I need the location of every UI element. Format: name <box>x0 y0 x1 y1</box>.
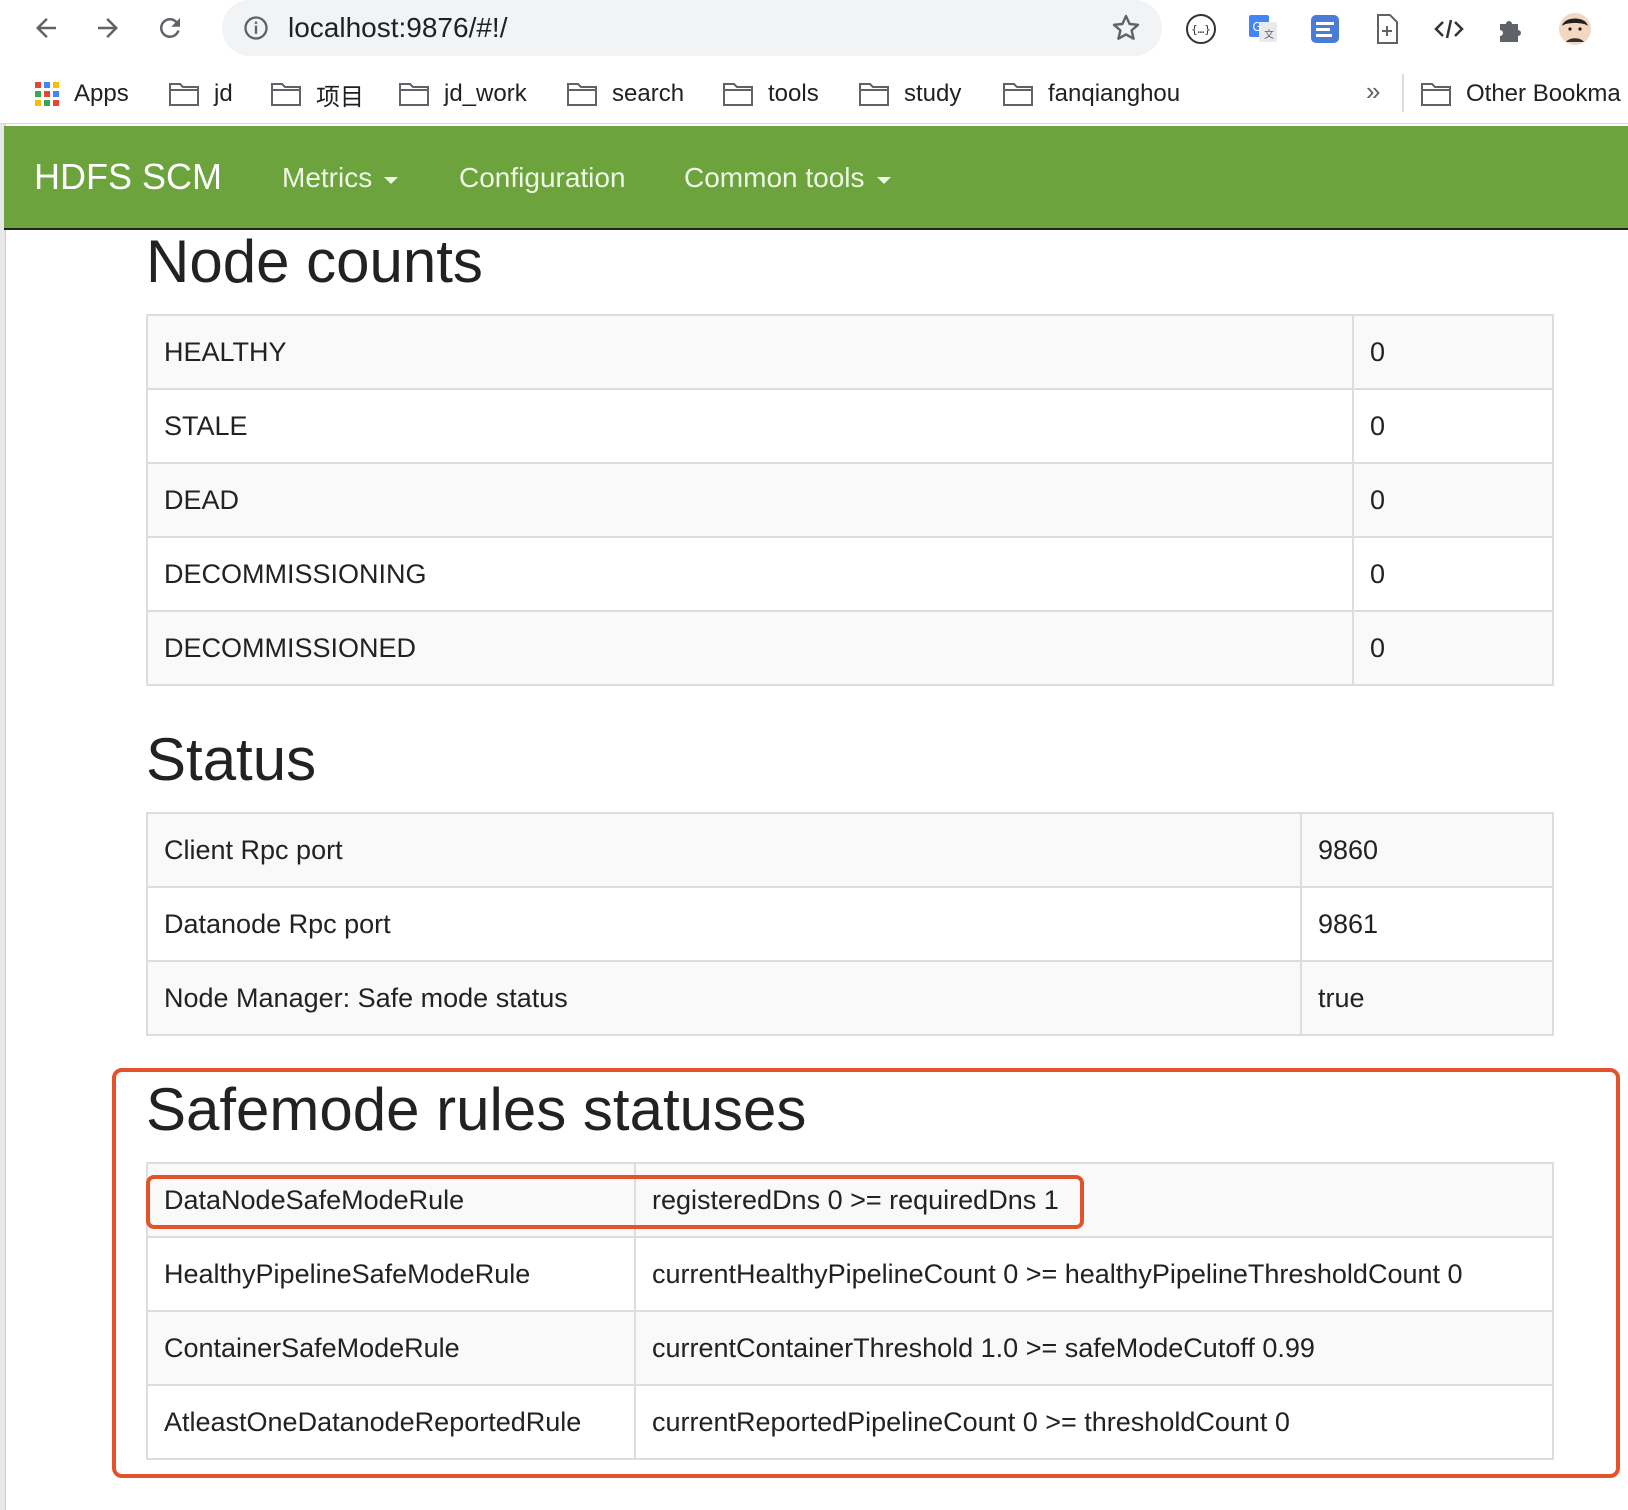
site-info-icon[interactable] <box>242 14 270 42</box>
row-label: DECOMMISSIONED <box>146 610 1354 686</box>
table-row: DECOMMISSIONING 0 <box>146 536 1554 612</box>
left-gutter <box>0 124 6 1510</box>
row-label: DECOMMISSIONING <box>146 536 1354 612</box>
folder-icon <box>169 83 199 106</box>
google-translate-icon[interactable]: G文 <box>1244 10 1282 48</box>
svg-text:文: 文 <box>1264 28 1274 41</box>
bookmark-folder-jd[interactable]: jd <box>168 76 233 112</box>
bookmark-folder-search[interactable]: search <box>566 76 684 112</box>
bookmark-label: jd <box>214 80 233 107</box>
app-navbar: HDFS SCM Metrics Configuration Common to… <box>4 126 1628 230</box>
bookmarks-overflow-button[interactable]: » <box>1366 76 1380 107</box>
safemode-section-highlight <box>112 1068 1620 1478</box>
row-label: Client Rpc port <box>146 812 1302 888</box>
table-row: HEALTHY 0 <box>146 314 1554 390</box>
status-table: Client Rpc port 9860 Datanode Rpc port 986… <box>146 812 1554 1036</box>
bookmark-star-icon[interactable] <box>1110 12 1142 44</box>
svg-text:G: G <box>1252 20 1261 34</box>
bookmark-folder-study[interactable]: study <box>858 76 961 112</box>
row-label: Node Manager: Safe mode status <box>146 960 1302 1036</box>
svg-text:{…}: {…} <box>1191 23 1211 36</box>
brand-title[interactable]: HDFS SCM <box>34 156 222 198</box>
address-bar[interactable]: localhost:9876/#!/ <box>222 0 1162 56</box>
row-label: Datanode Rpc port <box>146 886 1302 962</box>
bookmark-label: Other Bookma <box>1466 80 1621 107</box>
bookmark-label: study <box>904 80 962 107</box>
row-label: DEAD <box>146 462 1354 538</box>
node-counts-heading: Node counts <box>146 228 483 295</box>
row-label: HEALTHY <box>146 314 1354 390</box>
status-heading: Status <box>146 726 317 793</box>
nav-configuration[interactable]: Configuration <box>459 162 626 194</box>
folder-icon <box>859 83 889 106</box>
bookmark-apps[interactable]: Apps <box>34 76 129 112</box>
caret-down-icon <box>384 176 399 184</box>
apps-grid-icon <box>35 82 59 106</box>
nav-link-label: Common tools <box>684 162 865 193</box>
row-value: 0 <box>1352 462 1554 538</box>
url-text: localhost:9876/#!/ <box>288 12 508 43</box>
table-row: Datanode Rpc port 9861 <box>146 886 1554 962</box>
bookmark-label: search <box>612 80 685 107</box>
bookmark-label: fanqianghou <box>1048 80 1181 107</box>
folder-icon <box>723 83 753 106</box>
bookmarks-bar: Apps jd 项目 jd_work search tools study fa… <box>0 64 1628 124</box>
caret-down-icon <box>876 176 891 184</box>
puzzle-icon[interactable] <box>1492 10 1530 48</box>
row-value: 0 <box>1352 388 1554 464</box>
back-arrow-icon[interactable] <box>26 8 66 48</box>
other-bookmarks-folder[interactable]: Other Bookma <box>1420 76 1621 112</box>
row-value: 9861 <box>1300 886 1554 962</box>
nav-link-label: Metrics <box>282 162 373 193</box>
table-row: Client Rpc port 9860 <box>146 812 1554 888</box>
bookmark-label: 项目 <box>316 83 364 111</box>
json-viewer-icon[interactable]: {…} <box>1182 10 1220 48</box>
table-row: DEAD 0 <box>146 462 1554 538</box>
bookmarks-divider <box>1402 74 1404 112</box>
folder-icon <box>271 83 301 106</box>
row-value: 0 <box>1352 536 1554 612</box>
bookmark-folder-jd-work[interactable]: jd_work <box>398 76 527 112</box>
bookmark-label: jd_work <box>444 80 527 107</box>
bookmark-folder-project[interactable]: 项目 <box>270 76 364 112</box>
bookmark-label: Apps <box>74 80 129 107</box>
folder-icon <box>1003 83 1033 106</box>
reload-icon[interactable] <box>150 8 190 48</box>
folder-icon <box>399 83 429 106</box>
bookmark-label: tools <box>768 80 819 107</box>
row-value: true <box>1300 960 1554 1036</box>
row-value: 9860 <box>1300 812 1554 888</box>
row-value: 0 <box>1352 610 1554 686</box>
browser-toolbar: localhost:9876/#!/ {…} G文 <box>0 0 1628 58</box>
datanode-rule-highlight <box>146 1175 1084 1229</box>
profile-avatar-icon[interactable] <box>1556 10 1594 48</box>
node-counts-table: HEALTHY 0 STALE 0 DEAD 0 DECOMMISSIONING 0 D… <box>146 314 1554 686</box>
nav-metrics-dropdown[interactable]: Metrics <box>282 162 399 194</box>
file-add-icon[interactable] <box>1368 10 1406 48</box>
code-icon[interactable] <box>1430 10 1468 48</box>
folder-icon <box>567 83 597 106</box>
row-label: STALE <box>146 388 1354 464</box>
table-row: DECOMMISSIONED 0 <box>146 610 1554 686</box>
nav-common-tools-dropdown[interactable]: Common tools <box>684 162 891 194</box>
table-row: STALE 0 <box>146 388 1554 464</box>
folder-icon <box>1421 83 1451 106</box>
forward-arrow-icon[interactable] <box>88 8 128 48</box>
table-row: Node Manager: Safe mode status true <box>146 960 1554 1036</box>
notes-icon[interactable] <box>1306 10 1344 48</box>
bookmark-folder-tools[interactable]: tools <box>722 76 819 112</box>
nav-link-label: Configuration <box>459 162 626 193</box>
row-value: 0 <box>1352 314 1554 390</box>
bookmark-folder-fanqianghou[interactable]: fanqianghou <box>1002 76 1180 112</box>
